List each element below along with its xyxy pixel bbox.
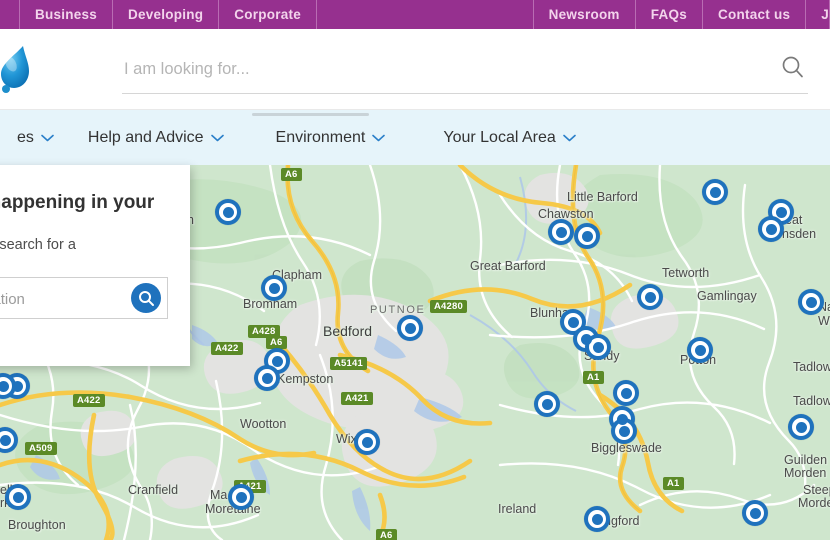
nav-item-label: Help and Advice: [88, 129, 204, 147]
utility-nav: Business Developing Corporate Newsroom F…: [0, 0, 830, 29]
location-marker-icon[interactable]: [397, 315, 423, 341]
location-marker-icon[interactable]: [261, 275, 287, 301]
road-shield: A6: [376, 529, 397, 540]
location-marker-icon[interactable]: [687, 337, 713, 363]
road-shield: A422: [73, 394, 105, 407]
nav-item-label: es: [17, 129, 34, 147]
location-marker-icon[interactable]: [534, 391, 560, 417]
utility-nav-item-corporate[interactable]: Corporate: [218, 0, 317, 29]
location-marker-icon[interactable]: [742, 500, 768, 526]
page-root: Business Developing Corporate Newsroom F…: [0, 0, 830, 540]
utility-nav-label: Corporate: [234, 7, 301, 22]
chevron-down-icon: [41, 134, 54, 142]
nav-active-indicator: [252, 113, 369, 116]
utility-nav-label: J: [821, 7, 829, 22]
road-shield: A422: [211, 342, 243, 355]
nav-item-your-local-area[interactable]: Your Local Area: [426, 110, 592, 165]
site-logo[interactable]: op er: [0, 41, 62, 99]
road-shield: A509: [25, 442, 57, 455]
utility-nav-label: Business: [35, 7, 97, 22]
location-marker-icon[interactable]: [613, 380, 639, 406]
main-nav: es Help and Advice Environment Your Loca…: [0, 110, 830, 165]
location-search-input[interactable]: [0, 278, 116, 320]
info-panel-content: what's happening in your the map or sear…: [0, 165, 190, 319]
utility-nav-item-faqs[interactable]: FAQs: [635, 0, 703, 29]
location-marker-icon[interactable]: [788, 414, 814, 440]
chevron-down-icon: [211, 134, 224, 142]
search-input[interactable]: [122, 51, 766, 87]
utility-nav-item-partial[interactable]: J: [805, 0, 830, 29]
info-panel-body: the map or search for a: [0, 235, 168, 255]
logo-dot: [2, 85, 10, 93]
utility-nav-spacer: [0, 0, 20, 29]
local-area-info-panel: what's happening in your the map or sear…: [0, 165, 190, 366]
utility-nav-gap: [317, 0, 534, 29]
location-marker-icon[interactable]: [228, 484, 254, 510]
nav-item-label: Your Local Area: [443, 129, 555, 147]
location-marker-icon[interactable]: [254, 365, 280, 391]
road-shield: A6: [281, 168, 302, 181]
search-icon: [780, 54, 806, 80]
nav-item-services[interactable]: es: [0, 110, 71, 165]
location-marker-icon[interactable]: [637, 284, 663, 310]
site-search: [122, 51, 808, 94]
info-panel-title: what's happening in your: [0, 191, 168, 215]
location-marker-icon[interactable]: [354, 429, 380, 455]
location-marker-icon[interactable]: [574, 223, 600, 249]
search-button[interactable]: [778, 53, 808, 83]
road-shield: A421: [341, 392, 373, 405]
utility-nav-label: Developing: [128, 7, 203, 22]
utility-nav-label: FAQs: [651, 7, 687, 22]
utility-nav-label: Contact us: [718, 7, 790, 22]
location-search: [0, 277, 168, 319]
location-marker-icon[interactable]: [798, 289, 824, 315]
utility-nav-item-contact-us[interactable]: Contact us: [702, 0, 806, 29]
location-marker-icon[interactable]: [758, 216, 784, 242]
nav-item-environment[interactable]: Environment: [259, 110, 403, 165]
road-shield: A1: [663, 477, 684, 490]
search-icon: [138, 290, 155, 307]
utility-nav-item-developing[interactable]: Developing: [112, 0, 219, 29]
road-shield: A5141: [330, 357, 367, 370]
utility-nav-item-business[interactable]: Business: [19, 0, 113, 29]
chevron-down-icon: [563, 134, 576, 142]
location-marker-icon[interactable]: [584, 506, 610, 532]
road-shield: A4280: [430, 300, 467, 313]
road-shield: A1: [583, 371, 604, 384]
location-marker-icon[interactable]: [702, 179, 728, 205]
location-search-button[interactable]: [131, 283, 161, 313]
utility-nav-label: Newsroom: [549, 7, 620, 22]
brand-header: op er: [0, 29, 830, 110]
location-marker-icon[interactable]: [215, 199, 241, 225]
nav-item-label: Environment: [276, 129, 366, 147]
nav-item-help-and-advice[interactable]: Help and Advice: [71, 110, 241, 165]
utility-nav-item-newsroom[interactable]: Newsroom: [533, 0, 636, 29]
location-marker-icon[interactable]: [548, 219, 574, 245]
location-marker-icon[interactable]: [5, 484, 31, 510]
chevron-down-icon: [372, 134, 385, 142]
